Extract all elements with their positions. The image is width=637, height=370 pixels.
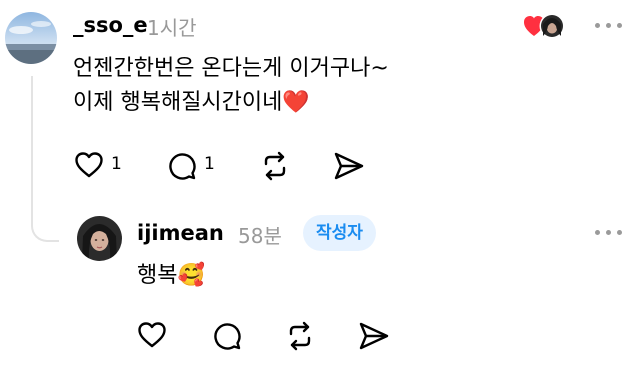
comment-text-line-1: 언젠간한번은 온다는게 이거구나~	[73, 56, 389, 81]
comment-text-line-2: 이제 행복해질시간이네❤️	[73, 90, 310, 115]
reply-bubble-icon[interactable]	[167, 151, 197, 181]
like-count: 1	[111, 154, 122, 174]
like-heart-icon[interactable]	[74, 151, 104, 179]
reply-timestamp: 58분	[238, 224, 282, 248]
commenter-avatar[interactable]	[5, 12, 57, 64]
repost-icon[interactable]	[259, 150, 291, 182]
share-send-icon[interactable]	[333, 151, 365, 181]
reply-more-options-button[interactable]	[595, 230, 625, 238]
comment-more-options-button[interactable]	[595, 23, 625, 31]
reply-share-send-icon[interactable]	[358, 321, 390, 351]
reply-comment-bubble-icon[interactable]	[212, 321, 242, 351]
reply-username[interactable]: ijimean	[137, 221, 224, 245]
commenter-username[interactable]: _sso_e	[73, 13, 148, 37]
liked-by-author-indicator	[523, 12, 565, 42]
reply-author-avatar[interactable]	[77, 216, 122, 261]
reply-repost-icon[interactable]	[284, 320, 316, 352]
comment-timestamp: 1시간	[147, 16, 197, 40]
reply-text: 행복🥰	[137, 263, 205, 288]
reply-like-heart-icon[interactable]	[137, 321, 167, 349]
reply-count: 1	[204, 154, 215, 174]
reply-thread-connector	[31, 76, 59, 242]
author-badge: 작성자	[303, 215, 376, 251]
